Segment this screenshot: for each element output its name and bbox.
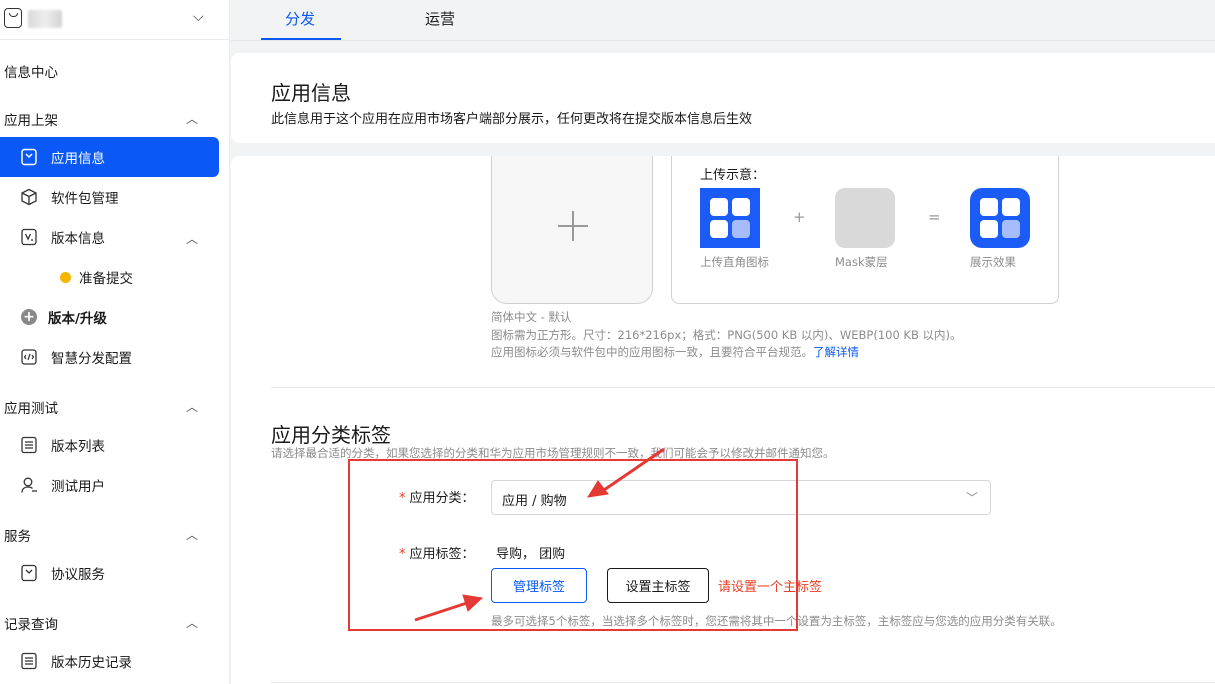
chevron-up-icon[interactable]: ︿	[186, 230, 198, 247]
sidebar-item-label: 版本信息	[51, 231, 105, 247]
version-icon	[20, 228, 38, 246]
annotation-highlight-box	[348, 459, 798, 631]
sidebar-item-version-list[interactable]: 版本列表	[0, 425, 219, 465]
sidebar-item-label: 版本历史记录	[51, 655, 132, 671]
sidebar-item-label: 准备提交	[79, 271, 133, 287]
sidebar-item-smart-dist[interactable]: 智慧分发配置	[0, 337, 219, 377]
sidebar-item-app-info[interactable]: 应用信息	[0, 137, 219, 177]
sidebar-item-label: 协议服务	[51, 567, 105, 583]
sidebar-item-label: 应用信息	[51, 151, 105, 167]
chevron-up-icon[interactable]: ︿	[186, 526, 198, 543]
page-description: 此信息用于这个应用在应用市场客户端部分展示，任何更改将在提交版本信息后生效	[271, 112, 753, 127]
add-circle-icon: +	[20, 308, 38, 326]
learn-more-link[interactable]: 了解详情	[813, 345, 859, 359]
page-title: 应用信息	[271, 81, 351, 105]
app-info-header: 应用信息 此信息用于这个应用在应用市场客户端部分展示，任何更改将在提交版本信息后…	[231, 53, 1215, 143]
chevron-up-icon[interactable]: ︿	[186, 398, 198, 415]
icon-requirements: 图标需为正方形。尺寸：216*216px；格式：PNG(500 KB 以内)、W…	[491, 328, 962, 342]
app-logo-icon	[4, 8, 22, 28]
sidebar-section-testing[interactable]: 应用测试	[4, 397, 58, 417]
sidebar-item-version-history[interactable]: 版本历史记录	[0, 641, 219, 681]
icon-upload-area[interactable]	[491, 156, 653, 304]
section-divider	[271, 682, 1215, 683]
list-icon	[20, 436, 38, 454]
icon-language-label: 简体中文 - 默认	[491, 310, 572, 324]
sidebar-section-service[interactable]: 服务	[4, 525, 31, 545]
status-dot-icon	[60, 271, 71, 283]
chevron-up-icon[interactable]: ︿	[186, 614, 198, 631]
tab-distribute[interactable]: 分发	[285, 8, 315, 29]
caption-result: 展示效果	[970, 255, 1016, 269]
sidebar-item-agreement[interactable]: 协议服务	[0, 553, 219, 593]
caption-mask: Mask蒙层	[835, 255, 888, 269]
agreement-icon	[20, 564, 38, 582]
chevron-down-icon[interactable]: ⌵	[193, 9, 204, 25]
plus-operator: +	[793, 208, 806, 226]
sidebar-item-ready-submit[interactable]: 准备提交	[0, 257, 219, 297]
top-tabs: 分发 运营	[231, 0, 1215, 41]
active-tab-indicator	[261, 38, 341, 40]
sidebar-item-label: 版本/升级	[48, 311, 107, 327]
square-icon-sample	[700, 188, 760, 248]
caption-square-icon: 上传直角图标	[700, 255, 769, 269]
equals-operator: =	[928, 208, 941, 226]
section-divider	[271, 387, 1215, 388]
history-list-icon	[20, 652, 38, 670]
sidebar-item-version-upgrade[interactable]: + 版本/升级	[0, 297, 219, 337]
sidebar: ⌵ 信息中心 应用上架 ︿ 应用信息 软件包管理 版本信息 ︿ 准备提交 + 版…	[0, 0, 230, 684]
app-name-redacted	[28, 10, 62, 28]
mask-layer-sample	[835, 188, 895, 248]
sidebar-item-info-center[interactable]: 信息中心	[4, 61, 58, 81]
sidebar-item-label: 智慧分发配置	[51, 351, 132, 367]
smart-config-icon	[20, 348, 38, 366]
demo-title: 上传示意：	[700, 168, 766, 183]
upload-demo-panel: 上传示意： + = 上传直角图标 Mask蒙层 展示效果	[671, 156, 1059, 304]
chevron-up-icon[interactable]: ︿	[186, 110, 198, 127]
sidebar-item-test-users[interactable]: 测试用户	[0, 465, 219, 505]
sidebar-item-label: 测试用户	[51, 479, 105, 495]
app-switcher[interactable]: ⌵	[0, 0, 230, 40]
app-info-icon	[20, 148, 38, 166]
category-section-title: 应用分类标签	[271, 423, 391, 447]
sidebar-item-label: 版本列表	[51, 439, 105, 455]
icon-rules: 应用图标必须与软件包中的应用图标一致，且要符合平台规范。了解详情	[491, 345, 859, 359]
result-icon-sample	[970, 188, 1030, 248]
package-icon	[20, 188, 38, 206]
sidebar-item-label: 软件包管理	[51, 191, 119, 207]
chevron-down-icon: ﹀	[965, 491, 978, 505]
sidebar-section-listing[interactable]: 应用上架	[4, 109, 58, 129]
sidebar-section-records[interactable]: 记录查询	[4, 613, 58, 633]
sidebar-item-package-mgmt[interactable]: 软件包管理	[0, 177, 219, 217]
user-icon	[20, 476, 38, 494]
tab-operate[interactable]: 运营	[425, 8, 455, 29]
